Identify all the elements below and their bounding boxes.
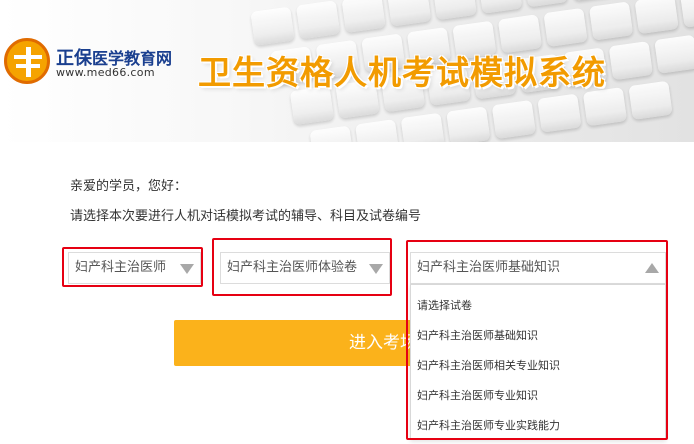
system-title: 卫生资格人机考试模拟系统 xyxy=(198,53,606,92)
subject-select-value: 妇产科主治医师体验卷 xyxy=(227,260,358,275)
paper-option[interactable]: 妇产科主治医师专业实践能力 xyxy=(417,417,560,433)
chevron-down-icon xyxy=(180,264,194,274)
subject-select[interactable]: 妇产科主治医师体验卷 xyxy=(220,252,390,284)
header-banner: 正保医学教育网 www.med66.com 卫生资格人机考试模拟系统 xyxy=(0,0,694,142)
instruction-text: 请选择本次要进行人机对话模拟考试的辅导、科目及试卷编号 xyxy=(70,209,422,224)
paper-select-value: 妇产科主治医师基础知识 xyxy=(417,260,561,275)
course-select[interactable]: 妇产科主治医师 xyxy=(68,252,201,284)
greeting-text: 亲爱的学员，您好： xyxy=(70,179,188,194)
brand-url: www.med66.com xyxy=(56,66,155,79)
paper-select[interactable]: 妇产科主治医师基础知识 xyxy=(410,252,666,284)
paper-option[interactable]: 妇产科主治医师基础知识 xyxy=(417,327,538,343)
chevron-up-icon xyxy=(645,263,659,273)
med66-logo-icon xyxy=(4,38,50,84)
paper-option[interactable]: 妇产科主治医师相关专业知识 xyxy=(417,357,560,373)
chevron-down-icon xyxy=(369,264,383,274)
course-select-value: 妇产科主治医师 xyxy=(75,260,167,275)
paper-option[interactable]: 请选择试卷 xyxy=(417,297,472,313)
paper-dropdown-list: 请选择试卷 妇产科主治医师基础知识 妇产科主治医师相关专业知识 妇产科主治医师专… xyxy=(410,284,666,440)
paper-option[interactable]: 妇产科主治医师专业知识 xyxy=(417,387,538,403)
